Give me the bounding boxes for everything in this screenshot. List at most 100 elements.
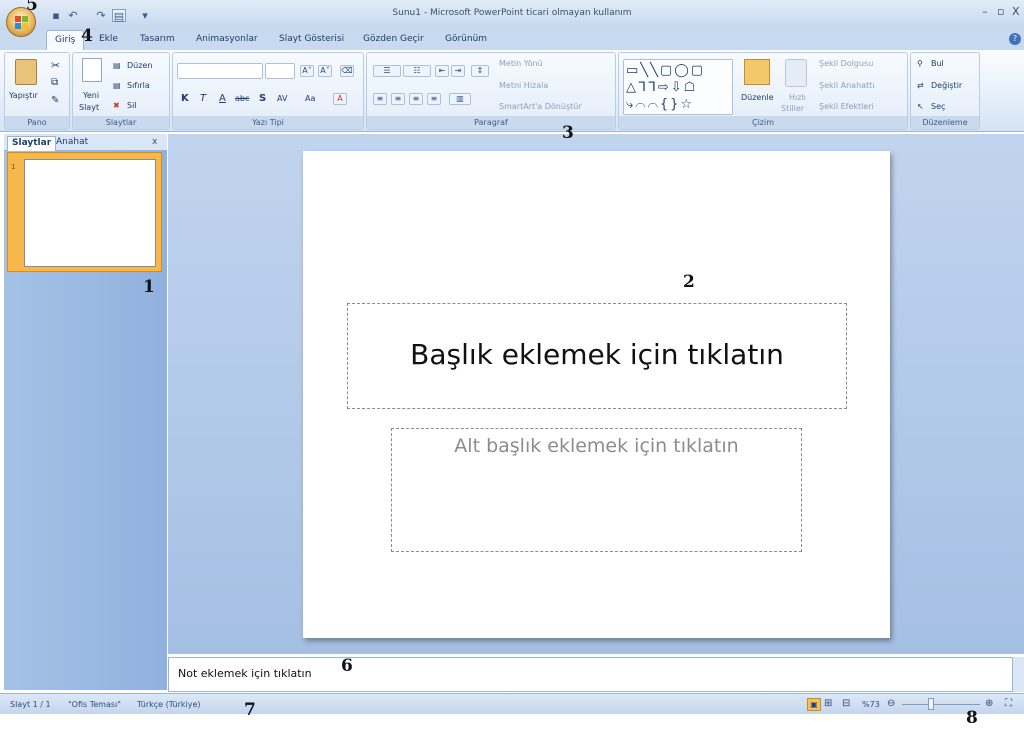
office-button[interactable] [6,7,36,37]
close-button[interactable]: X [1012,5,1020,18]
annotation-1: 1 [143,277,155,297]
line-spacing-icon[interactable]: ↕ [471,65,489,77]
layout-icon: ▤ [113,61,121,70]
undo-icon[interactable]: ↶ [66,9,80,22]
fit-to-window-icon[interactable]: ⛶ [1005,698,1012,709]
delete-button[interactable]: Sil [127,101,137,110]
bold-button[interactable]: K [181,93,189,104]
italic-button[interactable]: T [200,93,206,104]
annotation-7: 7 [244,700,256,720]
align-text-button[interactable]: Metni Hizala [499,81,548,90]
tab-tasarim[interactable]: Tasarım [140,34,175,44]
new-slide-label-1[interactable]: Yeni [83,91,99,100]
zoom-level[interactable]: %73 [862,700,880,709]
help-icon[interactable]: ? [1009,33,1021,45]
replace-button[interactable]: Değiştir [931,81,962,90]
title-placeholder[interactable]: Başlık eklemek için tıklatın [347,303,847,409]
align-center-icon[interactable]: ≡ [391,93,405,105]
text-direction-button[interactable]: Metin Yönü [499,59,543,68]
font-size-combo[interactable] [265,63,295,79]
reset-button[interactable]: Sıfırla [127,81,150,90]
zoom-in-icon[interactable]: ⊕ [985,698,993,709]
shape-effects-button[interactable]: Şekil Efektleri [819,102,874,111]
redo-icon[interactable]: ↷ [94,9,108,22]
zoom-out-icon[interactable]: ⊖ [887,698,895,709]
minimize-button[interactable]: – [982,5,988,18]
print-preview-icon[interactable]: ▤ [112,9,126,23]
notes-placeholder: Not eklemek için tıklatın [178,667,312,680]
select-icon: ↖ [917,102,924,111]
change-case-button[interactable]: Aa [305,94,315,103]
language-indicator[interactable]: Türkçe (Türkiye) [137,700,201,709]
subtitle-placeholder[interactable]: Alt başlık eklemek için tıklatın [391,428,802,552]
notes-scrollbar[interactable] [1013,657,1024,692]
normal-view-icon[interactable]: ▣ [807,698,821,711]
cut-icon[interactable]: ✂ [51,59,60,72]
quick-styles-label-1[interactable]: Hızlı [789,93,806,102]
align-left-icon[interactable]: ≡ [373,93,387,105]
underline-button[interactable]: A [219,93,226,104]
notes-pane[interactable]: Not eklemek için tıklatın [168,657,1013,692]
shrink-font-button[interactable]: A˅ [318,65,332,77]
title-placeholder-text: Başlık eklemek için tıklatın [410,338,784,371]
columns-icon[interactable]: ▥ [449,93,471,105]
numbering-icon[interactable]: ☷ [403,65,431,77]
annotation-3: 3 [562,123,574,143]
tab-outline[interactable]: Anahat [56,137,88,147]
font-name-combo[interactable] [177,63,263,79]
pane-close-button[interactable]: x [152,137,157,147]
group-label-pano: Pano [5,116,69,129]
tab-animasyonlar[interactable]: Animasyonlar [196,34,258,44]
save-icon[interactable]: ▪ [49,9,63,22]
annotation-8: 8 [966,708,978,728]
tab-gozden-gecir[interactable]: Gözden Geçir [363,34,424,44]
annotation-6: 6 [341,656,353,676]
new-slide-label-2[interactable]: Slayt [79,103,99,112]
select-button[interactable]: Seç [931,102,945,111]
paste-icon[interactable] [15,59,37,85]
window-title: Sunu1 - Microsoft PowerPoint ticari olma… [392,8,632,18]
strikethrough-button[interactable]: abc [235,94,249,103]
decrease-indent-icon[interactable]: ⇤ [435,65,449,77]
clear-format-icon[interactable]: ⌫ [340,65,354,77]
thumbnail-number: 1 [11,163,16,171]
slide-canvas[interactable]: Başlık eklemek için tıklatın Alt başlık … [303,151,890,638]
tab-giris[interactable]: Giriş [46,30,85,51]
zoom-slider-thumb[interactable] [928,698,934,710]
find-button[interactable]: Bul [931,59,944,68]
font-color-button[interactable]: A [333,93,347,105]
customize-quick-access-icon[interactable]: ▾ [138,9,152,22]
restore-button[interactable]: ▫ [997,5,1004,18]
copy-icon[interactable]: ⧉ [51,77,58,88]
tab-slides[interactable]: Slaytlar [7,136,57,151]
office-logo-icon [15,16,28,29]
increase-indent-icon[interactable]: ⇥ [451,65,465,77]
smartart-button[interactable]: SmartArt'a Dönüştür [499,102,582,111]
shadow-button[interactable]: S [259,93,266,104]
justify-icon[interactable]: ≡ [427,93,441,105]
grow-font-button[interactable]: A˄ [300,65,314,77]
bullets-icon[interactable]: ☰ [373,65,401,77]
quick-styles-label-2[interactable]: Stiller [781,104,804,113]
paste-button[interactable]: Yapıştır [9,91,38,100]
layout-button[interactable]: Düzen [127,61,152,70]
group-label-cizim: Çizim [619,116,907,129]
align-right-icon[interactable]: ≡ [409,93,423,105]
new-slide-icon[interactable] [82,58,102,82]
shape-outline-button[interactable]: Şekil Anahattı [819,81,875,90]
theme-name[interactable]: "Ofis Teması" [68,700,121,709]
ribbon-tabs: Giriş Ekle Tasarım Animasyonlar Slayt Gö… [0,30,1024,51]
tab-slayt-gosterisi[interactable]: Slayt Gösterisi [279,34,344,44]
shape-fill-button[interactable]: Şekil Dolgusu [819,59,873,68]
tab-ekle[interactable]: Ekle [99,34,118,44]
format-painter-icon[interactable]: ✎ [51,95,59,106]
arrange-button[interactable]: Düzenle [741,93,774,102]
arrange-icon [744,59,770,85]
tab-gorunum[interactable]: Görünüm [445,34,487,44]
slide-sorter-icon[interactable]: ⊞ [824,698,832,709]
slideshow-icon[interactable]: ⊟ [842,698,850,709]
slide-thumbnail[interactable]: 1 [7,152,162,272]
shapes-gallery[interactable]: ▭╲╲▢◯▢ △ᒣᒣ⇨⇩☖ ⤷⌒⌒{}☆ [623,59,733,115]
zoom-slider[interactable] [902,704,980,705]
char-spacing-button[interactable]: AV [277,94,287,103]
